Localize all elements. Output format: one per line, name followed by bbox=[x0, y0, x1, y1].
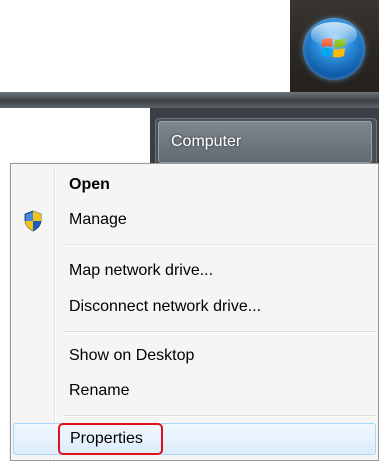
menu-item-rename[interactable]: Rename bbox=[13, 376, 376, 408]
menu-item-label: Map network drive... bbox=[69, 262, 214, 279]
menu-item-label: Open bbox=[69, 176, 110, 193]
menu-item-label: Manage bbox=[69, 211, 127, 228]
orb-gloss bbox=[311, 22, 357, 46]
menu-item-show-on-desktop[interactable]: Show on Desktop bbox=[13, 341, 376, 373]
start-menu-item-computer[interactable]: Computer bbox=[158, 121, 372, 163]
computer-label: Computer bbox=[171, 133, 242, 150]
menu-item-label: Rename bbox=[69, 382, 130, 399]
start-button[interactable] bbox=[303, 18, 365, 80]
highlight-outline bbox=[58, 423, 163, 455]
menu-separator bbox=[63, 415, 376, 417]
menu-item-open[interactable]: Open bbox=[13, 170, 376, 202]
screen: Computer Open Manage Map network drive..… bbox=[0, 0, 379, 461]
menu-item-label: Disconnect network drive... bbox=[69, 298, 262, 315]
menu-separator bbox=[63, 331, 376, 333]
uac-shield-icon bbox=[24, 210, 42, 232]
start-menu-top-border bbox=[0, 92, 379, 108]
menu-item-disconnect-network-drive[interactable]: Disconnect network drive... bbox=[13, 292, 376, 324]
menu-separator bbox=[63, 244, 376, 246]
context-menu: Open Manage Map network drive... Disconn… bbox=[10, 163, 379, 461]
menu-item-label: Show on Desktop bbox=[69, 347, 195, 364]
menu-item-manage[interactable]: Manage bbox=[13, 205, 376, 237]
menu-item-map-network-drive[interactable]: Map network drive... bbox=[13, 256, 376, 288]
